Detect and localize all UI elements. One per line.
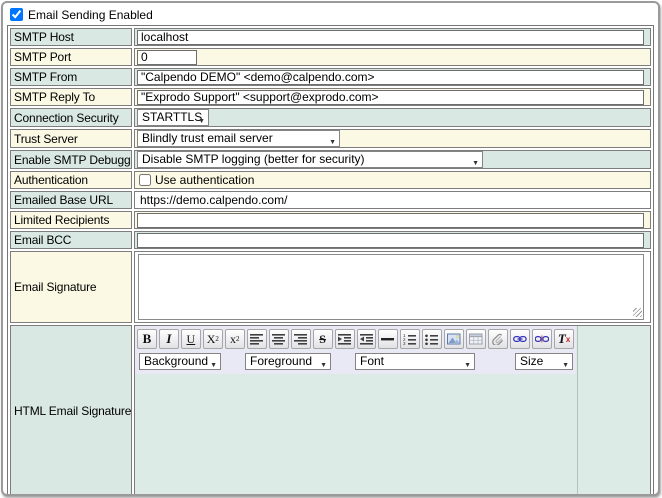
- strikethrough-button[interactable]: S: [313, 329, 333, 349]
- indent-icon: [338, 333, 352, 345]
- row-label-authentication: Authentication: [10, 171, 132, 189]
- use-authentication-label: Use authentication: [155, 173, 254, 187]
- size-select[interactable]: Size: [515, 353, 573, 370]
- html-signature-editor: BI U X2 x2 S 123 Tx Background Foreground Font Si…: [134, 325, 651, 496]
- row-label-connection-security: Connection Security: [10, 108, 132, 127]
- superscript-button[interactable]: x2: [225, 329, 245, 349]
- subscript-icon: X2: [207, 332, 219, 347]
- row-label-smtp-reply-to: SMTP Reply To: [10, 88, 132, 106]
- email-bcc-input[interactable]: [137, 233, 644, 248]
- email-sending-enabled-checkbox[interactable]: [10, 8, 23, 21]
- row-label-smtp-port: SMTP Port: [10, 48, 132, 66]
- textarea-resize-handle[interactable]: [633, 308, 642, 317]
- remove-format-button[interactable]: Tx: [554, 329, 574, 349]
- image-icon: [447, 333, 461, 345]
- unlink-icon: [535, 333, 549, 345]
- horizontal-rule-icon: [381, 333, 395, 345]
- unordered-list-button[interactable]: [422, 329, 442, 349]
- link-button[interactable]: [510, 329, 530, 349]
- limited-recipients-input[interactable]: [137, 213, 644, 228]
- unlink-button[interactable]: [532, 329, 552, 349]
- smtp-port-input[interactable]: [137, 50, 197, 65]
- bold-icon: B: [143, 331, 152, 347]
- row-label-smtp-host: SMTP Host: [10, 28, 132, 46]
- horizontal-rule-button[interactable]: [378, 329, 398, 349]
- email-sending-enabled-label: Email Sending Enabled: [28, 8, 153, 22]
- row-label-emailed-base-url: Emailed Base URL: [10, 191, 132, 209]
- connection-security-select[interactable]: STARTTLS: [137, 109, 209, 126]
- attachment-icon: [491, 333, 505, 345]
- row-label-trust-server: Trust Server: [10, 129, 132, 148]
- richtext-content-area[interactable]: [135, 374, 650, 492]
- align-left-button[interactable]: [247, 329, 267, 349]
- font-select[interactable]: Font: [355, 353, 475, 370]
- email-settings-window: Email Sending Enabled SMTP Host SMTP Por…: [1, 1, 660, 496]
- smtp-reply-to-input[interactable]: [137, 90, 644, 105]
- row-label-limited-recipients: Limited Recipients: [10, 211, 132, 229]
- richtext-toolbar: BI U X2 x2 S 123 Tx Background Foreground Font Si…: [135, 326, 576, 374]
- attachment-button[interactable]: [488, 329, 508, 349]
- insert-table-button[interactable]: [466, 329, 486, 349]
- underline-button[interactable]: U: [181, 329, 201, 349]
- smtp-debugging-select[interactable]: Disable SMTP logging (better for securit…: [137, 151, 483, 168]
- align-left-icon: [250, 333, 264, 345]
- unordered-list-icon: [425, 333, 439, 345]
- link-icon: [513, 333, 527, 345]
- smtp-from-input[interactable]: [137, 70, 644, 85]
- bold-button[interactable]: B: [137, 329, 157, 349]
- foreground-select[interactable]: Foreground: [245, 353, 331, 370]
- email-signature-textarea[interactable]: [138, 254, 644, 320]
- outdent-button[interactable]: [357, 329, 377, 349]
- editor-right-border: [577, 326, 578, 496]
- subscript-button[interactable]: X2: [203, 329, 223, 349]
- indent-button[interactable]: [335, 329, 355, 349]
- ordered-list-icon: 123: [403, 333, 417, 345]
- underline-icon: U: [187, 332, 196, 347]
- background-select[interactable]: Background: [139, 353, 221, 370]
- insert-table-icon: [469, 333, 483, 345]
- align-center-icon: [272, 333, 286, 345]
- remove-format-icon: Tx: [558, 331, 570, 347]
- align-right-icon: [294, 333, 308, 345]
- smtp-host-input[interactable]: [137, 30, 644, 45]
- svg-text:3: 3: [403, 341, 406, 345]
- italic-icon: I: [166, 331, 171, 347]
- align-center-button[interactable]: [269, 329, 289, 349]
- italic-button[interactable]: I: [159, 329, 179, 349]
- row-label-enable-smtp-debugging: Enable SMTP Debugging: [10, 150, 132, 169]
- use-authentication-checkbox[interactable]: [139, 174, 151, 186]
- row-label-smtp-from: SMTP From: [10, 68, 132, 86]
- row-label-email-signature: Email Signature: [10, 251, 132, 323]
- email-settings-table: SMTP Host SMTP Port SMTP From SMTP Reply…: [7, 25, 654, 496]
- ordered-list-button[interactable]: 123: [400, 329, 420, 349]
- row-label-email-bcc: Email BCC: [10, 231, 132, 249]
- trust-server-select[interactable]: Blindly trust email server: [137, 130, 340, 147]
- image-button[interactable]: [444, 329, 464, 349]
- superscript-icon: x2: [230, 332, 240, 347]
- align-right-button[interactable]: [291, 329, 311, 349]
- richtext-toolbar-selects: Background Foreground Font Size: [137, 353, 574, 370]
- strikethrough-icon: S: [319, 332, 326, 347]
- emailed-base-url-value[interactable]: https://demo.calpendo.com/: [137, 193, 648, 207]
- row-label-html-email-signature: HTML Email Signature: [10, 325, 132, 496]
- email-sending-enabled-row: Email Sending Enabled: [7, 6, 654, 25]
- richtext-toolbar-buttons: BI U X2 x2 S 123 Tx: [137, 329, 574, 349]
- outdent-icon: [360, 333, 374, 345]
